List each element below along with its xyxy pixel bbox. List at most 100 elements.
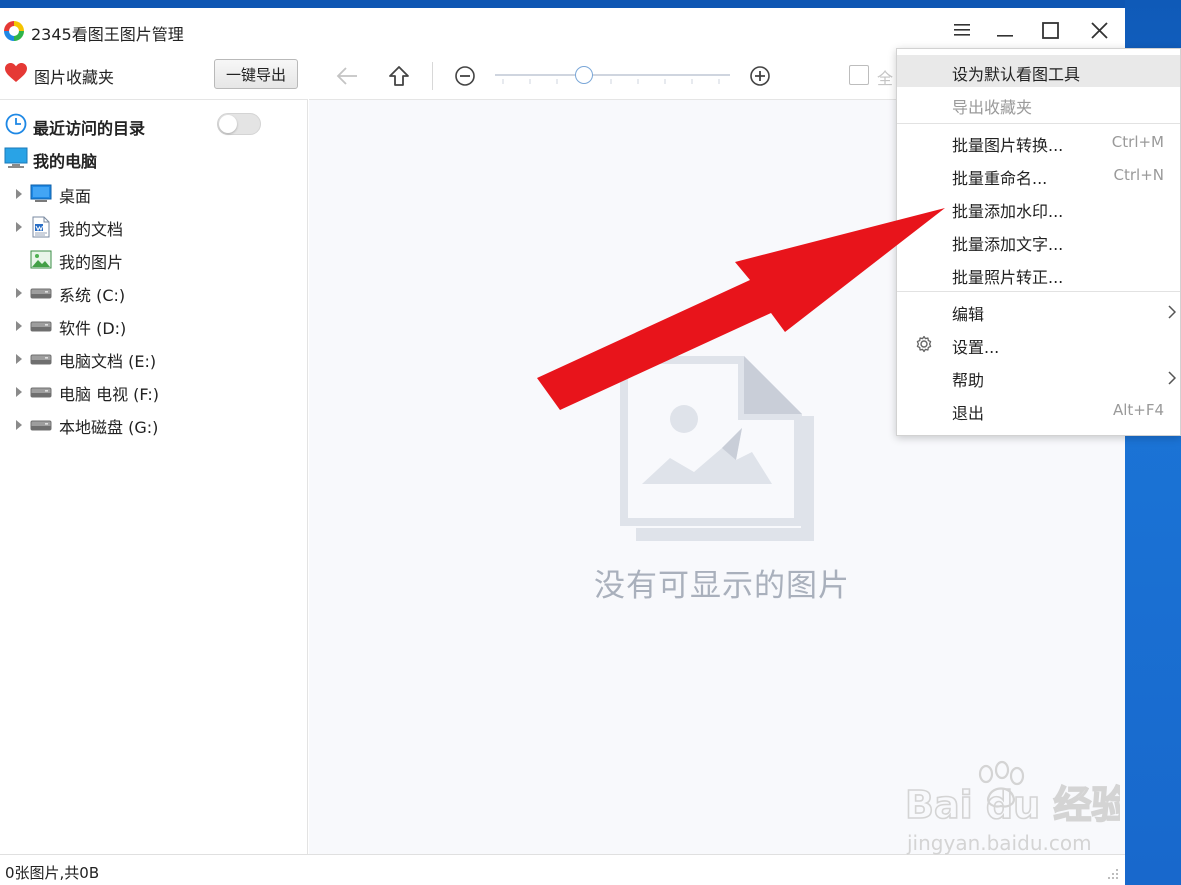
expand-arrow-icon[interactable] (15, 288, 23, 298)
arrow-left-icon (336, 67, 357, 85)
zoom-in-button[interactable] (748, 64, 772, 88)
favorites-label[interactable]: 图片收藏夹 (34, 64, 114, 88)
menu-item-label: 批量照片转正... (952, 268, 1064, 287)
menu-item-label: 退出 (952, 404, 985, 423)
tree-item[interactable]: 电脑 电视 (F:) (0, 378, 306, 406)
main-dropdown-menu: 设为默认看图工具 导出收藏夹批量图片转换... Ctrl+M 批量重命名... Ctrl… (896, 48, 1181, 436)
tree-item[interactable]: 系统 (C:) (0, 279, 306, 307)
watermark-url: jingyan.baidu.com (906, 831, 1092, 855)
recent-directories-label[interactable]: 最近访问的目录 (33, 115, 145, 139)
menu-item-batch-rotate[interactable]: 批量照片转正... (897, 258, 1180, 290)
heart-icon (5, 63, 27, 82)
document-icon (32, 216, 50, 238)
menu-item-shortcut: Alt+F4 (1112, 401, 1164, 419)
empty-image-illustration (620, 356, 814, 541)
menu-item-label: 批量重命名... (952, 169, 1048, 188)
menu-item-exit[interactable]: 退出 Alt+F4 (897, 394, 1180, 426)
menu-item-set-default-viewer[interactable]: 设为默认看图工具 (897, 55, 1180, 87)
tree-item[interactable]: 我的文档 (0, 213, 306, 241)
back-button[interactable] (335, 64, 359, 88)
tree-item-label: 电脑文档 (E:) (59, 352, 157, 371)
maximize-icon (1041, 21, 1059, 39)
desktop-icon (30, 184, 52, 202)
recent-directories-toggle[interactable] (217, 113, 261, 135)
resize-grip-icon[interactable] (1104, 865, 1120, 881)
empty-state-message: 没有可显示的图片 (594, 568, 850, 604)
title-bar[interactable]: 2345看图王图片管理 (0, 8, 1125, 52)
menu-item-shortcut: Ctrl+M (1111, 133, 1164, 151)
zoom-in-icon (750, 66, 770, 86)
tree-item[interactable]: 电脑文档 (E:) (0, 345, 306, 373)
expand-arrow-icon[interactable] (15, 354, 23, 364)
arrow-up-icon (389, 66, 409, 86)
gear-icon (916, 335, 932, 353)
menu-separator (897, 123, 1180, 124)
minimize-icon (997, 35, 1013, 37)
baidu-jingyan-watermark: Bai du 经验 jingyan.baidu.com (905, 760, 1120, 855)
menu-item-batch-add-text[interactable]: 批量添加文字... (897, 225, 1180, 257)
toggle-knob (219, 115, 237, 133)
menu-item-help[interactable]: 帮助 (897, 361, 1180, 393)
watermark-brand: Bai du 经验 (905, 783, 1120, 827)
chevron-right-icon (1168, 371, 1176, 385)
menu-item-settings[interactable]: 设置... (897, 328, 1180, 360)
menu-item-label: 帮助 (952, 371, 985, 390)
close-icon (1090, 21, 1108, 39)
desktop-background-top (0, 0, 1181, 8)
pictures-icon (30, 250, 52, 269)
expand-arrow-icon[interactable] (15, 420, 23, 430)
menu-item-export-favorites: 导出收藏夹 (897, 88, 1180, 120)
menu-item-label: 导出收藏夹 (952, 98, 1033, 117)
tree-item-label: 我的文档 (59, 220, 124, 239)
tree-item[interactable]: 桌面 (0, 180, 306, 208)
chevron-right-icon (1168, 305, 1176, 319)
zoom-slider-ticks (502, 79, 720, 84)
tree-item[interactable]: 软件 (D:) (0, 312, 306, 340)
menu-item-label: 批量添加文字... (952, 235, 1064, 254)
expand-arrow-icon[interactable] (15, 189, 23, 199)
minimize-button[interactable] (990, 17, 1020, 43)
my-computer-label[interactable]: 我的电脑 (33, 148, 97, 172)
tree-item-label: 本地磁盘 (G:) (59, 418, 159, 437)
status-text: 0张图片,共0B (5, 864, 100, 882)
close-button[interactable] (1084, 17, 1114, 43)
menu-separator (897, 291, 1180, 292)
menu-item-label: 设置... (952, 338, 1000, 357)
zoom-slider-track (495, 74, 730, 76)
menu-item-label: 编辑 (952, 305, 985, 324)
hamburger-icon (954, 24, 970, 36)
zoom-out-icon (455, 66, 475, 86)
main-menu-button[interactable] (947, 17, 977, 43)
zoom-slider[interactable] (495, 66, 730, 86)
menu-item-shortcut: Ctrl+N (1113, 166, 1164, 184)
drive-icon (30, 387, 52, 398)
expand-arrow-icon[interactable] (15, 321, 23, 331)
app-logo-icon (4, 21, 24, 41)
expand-arrow-icon[interactable] (15, 387, 23, 397)
window-title: 2345看图王图片管理 (31, 25, 184, 44)
menu-item-label: 批量添加水印... (952, 202, 1064, 221)
select-all-label: 全 (877, 69, 894, 88)
computer-icon (4, 147, 28, 168)
tree-item-label: 我的图片 (59, 253, 124, 272)
menu-item-label: 设为默认看图工具 (952, 65, 1081, 84)
tree-item-label: 桌面 (59, 187, 92, 206)
expand-arrow-icon[interactable] (15, 222, 23, 232)
select-all-checkbox[interactable] (849, 65, 869, 85)
drive-icon (30, 288, 52, 299)
drive-icon (30, 321, 52, 332)
zoom-out-button[interactable] (453, 64, 477, 88)
toolbar-separator (432, 62, 433, 90)
menu-item-edit[interactable]: 编辑 (897, 295, 1180, 327)
maximize-button[interactable] (1035, 17, 1065, 43)
tree-item-label: 电脑 电视 (F:) (59, 385, 160, 404)
menu-item-batch-rename[interactable]: 批量重命名... Ctrl+N (897, 159, 1180, 191)
tree-item[interactable]: 我的图片 (0, 246, 306, 274)
drive-icon (30, 420, 52, 431)
one-click-export-button[interactable]: 一键导出 (214, 59, 298, 89)
menu-item-batch-watermark[interactable]: 批量添加水印... (897, 192, 1180, 224)
tree-item-label: 软件 (D:) (59, 319, 127, 338)
tree-item[interactable]: 本地磁盘 (G:) (0, 411, 306, 439)
menu-item-batch-convert[interactable]: 批量图片转换... Ctrl+M (897, 126, 1180, 158)
up-level-button[interactable] (387, 64, 411, 88)
